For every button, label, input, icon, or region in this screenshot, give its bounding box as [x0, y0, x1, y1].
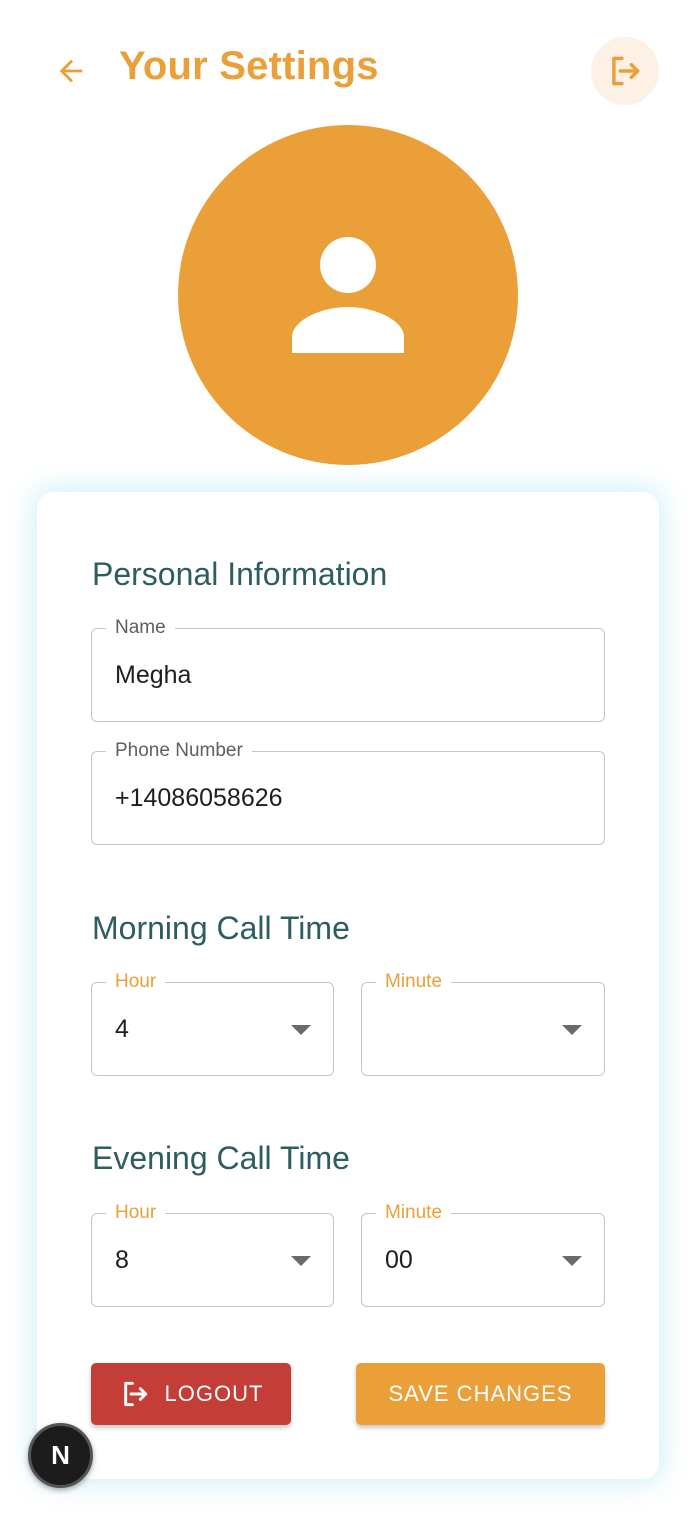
evening-minute-label: Minute [376, 1202, 452, 1224]
header: Your Settings [0, 0, 694, 140]
person-icon [292, 237, 404, 353]
back-button[interactable] [48, 48, 94, 94]
morning-minute-select[interactable]: Minute [361, 971, 605, 1076]
evening-minute-value: 00 [385, 1246, 413, 1274]
logout-icon [612, 56, 640, 86]
evening-hour-label: Hour [106, 1202, 166, 1224]
save-changes-button[interactable]: SAVE CHANGES [356, 1363, 605, 1425]
morning-hour-label: Hour [106, 971, 166, 993]
avatar [178, 125, 518, 465]
save-changes-label: SAVE CHANGES [388, 1381, 573, 1406]
settings-card: Personal Information Name Megha Phone Nu… [37, 492, 659, 1479]
arrow-left-icon [59, 59, 83, 83]
chevron-down-icon [291, 1256, 311, 1266]
morning-hour-value: 4 [115, 1015, 129, 1043]
morning-minute-label: Minute [376, 971, 452, 993]
page-title: Your Settings [119, 44, 379, 88]
morning-hour-select[interactable]: Hour 4 [91, 971, 334, 1076]
personal-information-title: Personal Information [92, 556, 388, 592]
logout-icon-button[interactable] [591, 37, 659, 105]
chevron-down-icon [562, 1025, 582, 1035]
name-label: Name [106, 617, 175, 639]
logout-button-label: LOGOUT [164, 1381, 264, 1406]
chevron-down-icon [562, 1256, 582, 1266]
nextjs-logo-icon: N [51, 1440, 70, 1470]
logout-button[interactable]: LOGOUT [91, 1363, 291, 1425]
logout-icon [119, 1378, 151, 1410]
evening-minute-select[interactable]: Minute 00 [361, 1202, 605, 1307]
name-field[interactable]: Name Megha [91, 617, 605, 722]
chevron-down-icon [291, 1025, 311, 1035]
phone-number-label: Phone Number [106, 740, 252, 762]
evening-hour-select[interactable]: Hour 8 [91, 1202, 334, 1307]
evening-hour-value: 8 [115, 1246, 129, 1274]
phone-number-field[interactable]: Phone Number +14086058626 [91, 740, 605, 845]
evening-call-time-title: Evening Call Time [92, 1140, 350, 1176]
phone-number-value: +14086058626 [115, 784, 283, 812]
morning-call-time-title: Morning Call Time [92, 910, 350, 946]
name-value: Megha [115, 661, 192, 689]
nextjs-badge[interactable]: N [28, 1423, 93, 1488]
